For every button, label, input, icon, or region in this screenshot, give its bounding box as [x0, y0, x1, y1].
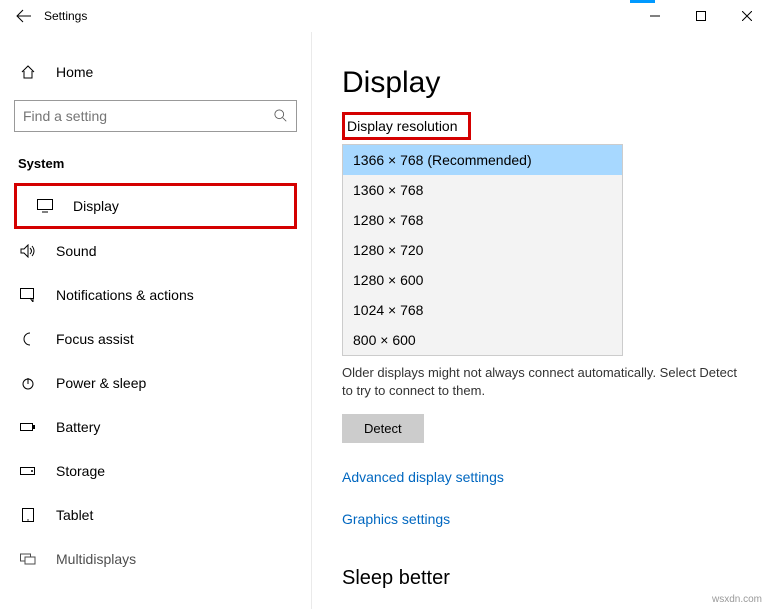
- detect-info-text: Older displays might not always connect …: [342, 364, 740, 400]
- moon-icon: [18, 332, 38, 346]
- sidebar-item-label: Multidisplays: [38, 551, 136, 567]
- sidebar-item-notifications[interactable]: Notifications & actions: [0, 273, 311, 317]
- power-icon: [18, 376, 38, 390]
- nav-highlight-box: Display: [14, 183, 297, 229]
- resolution-option[interactable]: 1024 × 768: [343, 295, 622, 325]
- sidebar-item-label: Power & sleep: [38, 375, 146, 391]
- sidebar-item-sound[interactable]: Sound: [0, 229, 311, 273]
- detect-button[interactable]: Detect: [342, 414, 424, 443]
- sidebar-item-storage[interactable]: Storage: [0, 449, 311, 493]
- sidebar-item-label: Tablet: [38, 507, 93, 523]
- notification-icon: [18, 288, 38, 302]
- section-label-resolution: Display resolution: [342, 112, 471, 140]
- sidebar-item-focus-assist[interactable]: Focus assist: [0, 317, 311, 361]
- resolution-option[interactable]: 1280 × 720: [343, 235, 622, 265]
- sidebar-item-label: Sound: [38, 243, 96, 259]
- sidebar-item-label: Battery: [38, 419, 100, 435]
- sidebar-item-power-sleep[interactable]: Power & sleep: [0, 361, 311, 405]
- titlebar: Settings: [0, 0, 770, 32]
- resolution-option[interactable]: 1280 × 600: [343, 265, 622, 295]
- sidebar-item-tablet[interactable]: Tablet: [0, 493, 311, 537]
- close-button[interactable]: [724, 0, 770, 32]
- accent-strip: [630, 0, 655, 3]
- close-icon: [742, 11, 752, 21]
- sidebar-group-header: System: [0, 136, 311, 183]
- sidebar-item-label: Display: [55, 198, 119, 214]
- back-arrow-icon: [16, 8, 32, 24]
- resolution-option[interactable]: 1366 × 768 (Recommended): [343, 145, 622, 175]
- sidebar-item-label: Notifications & actions: [38, 287, 194, 303]
- watermark: wsxdn.com: [712, 594, 762, 605]
- home-button[interactable]: Home: [0, 50, 311, 94]
- main-content: Display Display resolution 1366 × 768 (R…: [312, 32, 770, 609]
- back-button[interactable]: [8, 0, 40, 32]
- search-input[interactable]: [23, 108, 274, 124]
- home-label: Home: [38, 64, 93, 80]
- minimize-icon: [650, 11, 660, 21]
- resolution-option[interactable]: 1280 × 768: [343, 205, 622, 235]
- sidebar-item-display[interactable]: Display: [17, 186, 294, 226]
- storage-icon: [18, 464, 38, 478]
- resolution-option[interactable]: 1360 × 768: [343, 175, 622, 205]
- advanced-display-link[interactable]: Advanced display settings: [342, 469, 740, 485]
- speaker-icon: [18, 244, 38, 258]
- app-title: Settings: [40, 9, 87, 23]
- graphics-settings-link[interactable]: Graphics settings: [342, 511, 740, 527]
- multidisplay-icon: [18, 552, 38, 566]
- home-icon: [18, 64, 38, 80]
- page-title: Display: [342, 66, 740, 100]
- sidebar-item-label: Storage: [38, 463, 105, 479]
- search-icon: [274, 109, 288, 123]
- maximize-icon: [696, 11, 706, 21]
- sidebar: Home System Display Sound Notifications …: [0, 32, 312, 609]
- sidebar-item-label: Focus assist: [38, 331, 134, 347]
- resolution-option[interactable]: 800 × 600: [343, 325, 622, 355]
- minimize-button[interactable]: [632, 0, 678, 32]
- maximize-button[interactable]: [678, 0, 724, 32]
- battery-icon: [18, 420, 38, 434]
- tablet-icon: [18, 508, 38, 522]
- sidebar-item-battery[interactable]: Battery: [0, 405, 311, 449]
- sidebar-item-truncated[interactable]: Multidisplays: [0, 537, 311, 581]
- sleep-better-heading: Sleep better: [342, 567, 740, 590]
- resolution-dropdown[interactable]: 1366 × 768 (Recommended) 1360 × 768 1280…: [342, 144, 623, 356]
- search-box[interactable]: [14, 100, 297, 132]
- monitor-icon: [35, 199, 55, 213]
